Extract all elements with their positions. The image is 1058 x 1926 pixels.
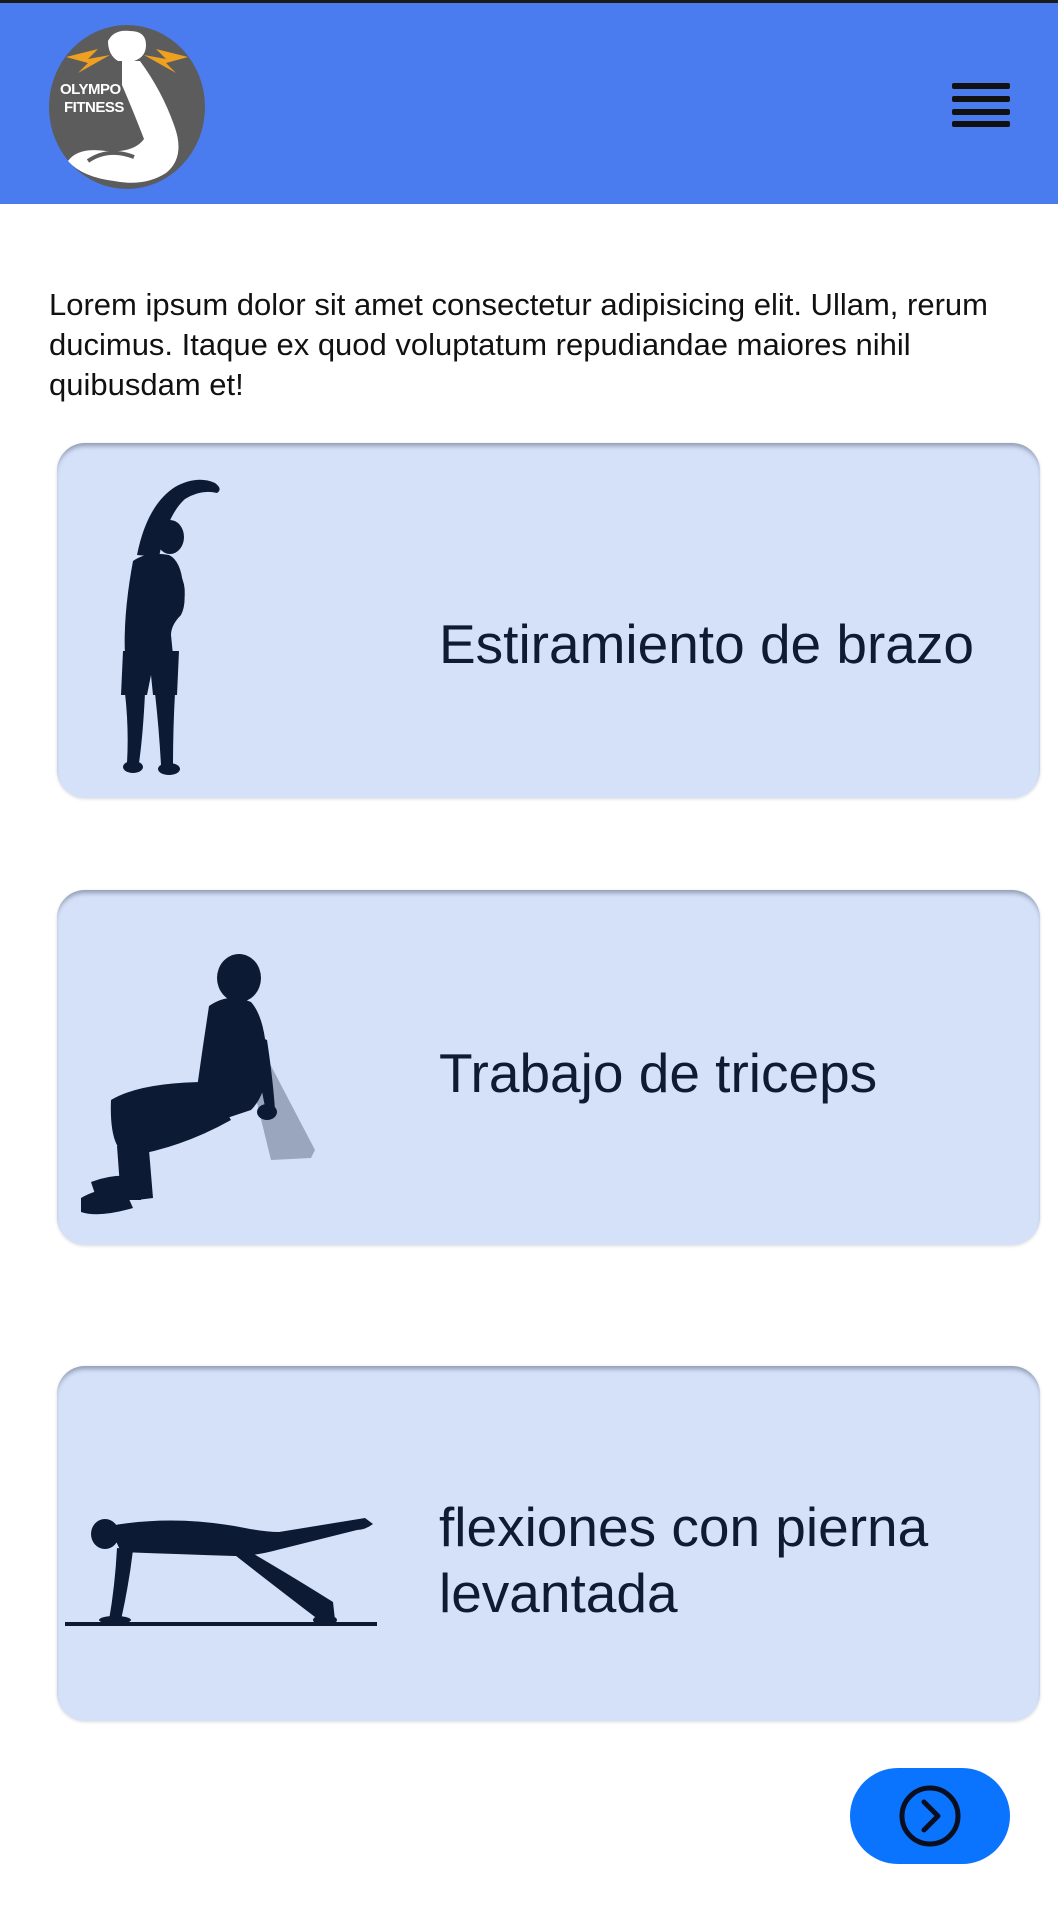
exercise-card-arm-stretch[interactable]: Estiramiento de brazo [57,443,1040,798]
side-stretch-silhouette-icon [121,479,220,775]
olympo-fitness-logo[interactable]: OLYMPO FITNESS [48,21,206,189]
exercise-title: flexiones con pierna levantada [439,1496,929,1624]
triceps-dip-silhouette-icon [81,954,315,1215]
exercise-card-triceps[interactable]: Trabajo de triceps [57,890,1040,1245]
exercise-title: Estiramiento de brazo [439,613,974,675]
chevron-right-circle-icon [899,1785,961,1847]
hamburger-menu-icon[interactable] [952,83,1012,128]
app-header: OLYMPO FITNESS [0,0,1058,204]
intro-paragraph: Lorem ipsum dolor sit amet consectetur a… [49,287,988,402]
exercise-card-pushup-leg-raise[interactable]: flexiones con pierna levantada [57,1366,1040,1721]
logo-text-line1: OLYMPO [60,81,121,98]
pushup-leg-raise-silhouette-icon [65,1518,377,1626]
next-button[interactable] [850,1768,1010,1864]
exercise-title: Trabajo de triceps [439,1042,878,1104]
logo-text-line2: FITNESS [64,99,124,116]
